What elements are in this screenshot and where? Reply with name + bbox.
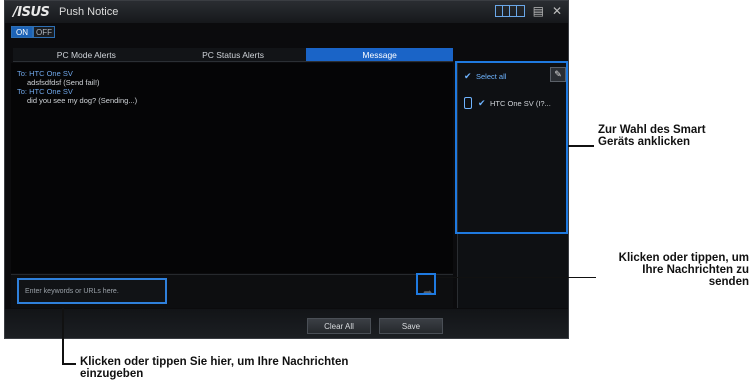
tab-pc-mode-alerts[interactable]: PC Mode Alerts [13,48,160,62]
tab-bar: PC Mode Alerts PC Status Alerts Message [13,48,454,62]
toggle-off[interactable]: OFF [33,26,55,38]
title-bar: /ISUS Push Notice ▤ ✕ [5,1,568,23]
message-item: To: HTC One SV did you see my dog? (Send… [17,87,137,105]
callout-device-select: Zur Wahl des Smart Geräts anklicken [598,124,706,148]
message-input[interactable]: Enter keywords or URLs here. [17,278,167,304]
bottom-bar: Clear All Save [5,309,568,338]
message-history: To: HTC One SV adsfsdfdsf (Send fail!) T… [11,63,453,273]
send-highlight [416,273,436,295]
callout-line-input-h [62,363,76,365]
message-recipient: To: HTC One SV [17,69,73,78]
save-button[interactable]: Save [379,318,443,334]
message-item: To: HTC One SV adsfsdfdsf (Send fail!) [17,69,100,87]
compose-bar: Enter keywords or URLs here. ➦ [11,274,453,308]
window-controls: ▤ ✕ [494,4,562,18]
tab-pc-status-alerts[interactable]: PC Status Alerts [159,48,307,62]
tab-message[interactable]: Message [306,48,454,62]
callout-send: Klicken oder tippen, um Ihre Nachrichten… [618,252,749,288]
save-disk-icon[interactable]: ▤ [533,4,544,18]
screenshot-canvas: /ISUS Push Notice ▤ ✕ ON OFF PC Mode Ale… [0,0,750,392]
on-off-toggle[interactable]: ON OFF [11,26,55,38]
asus-logo: /ISUS [13,5,50,20]
toggle-on[interactable]: ON [11,26,33,38]
message-text: did you see my dog? (Sending...) [27,96,138,105]
message-recipient: To: HTC One SV [17,87,73,96]
app-title: Push Notice [59,6,119,18]
callout-line-send [436,277,596,278]
message-text: adsfsdfdsf (Send fail!) [27,78,100,87]
close-icon[interactable]: ✕ [552,4,562,18]
device-panel-highlight [455,61,568,234]
clear-all-button[interactable]: Clear All [307,318,371,334]
callout-line-input-v [62,308,64,365]
callout-input: Klicken oder tippen Sie hier, um Ihre Na… [80,356,349,380]
grid-view-icon[interactable] [494,5,525,17]
callout-line-device [568,145,594,147]
